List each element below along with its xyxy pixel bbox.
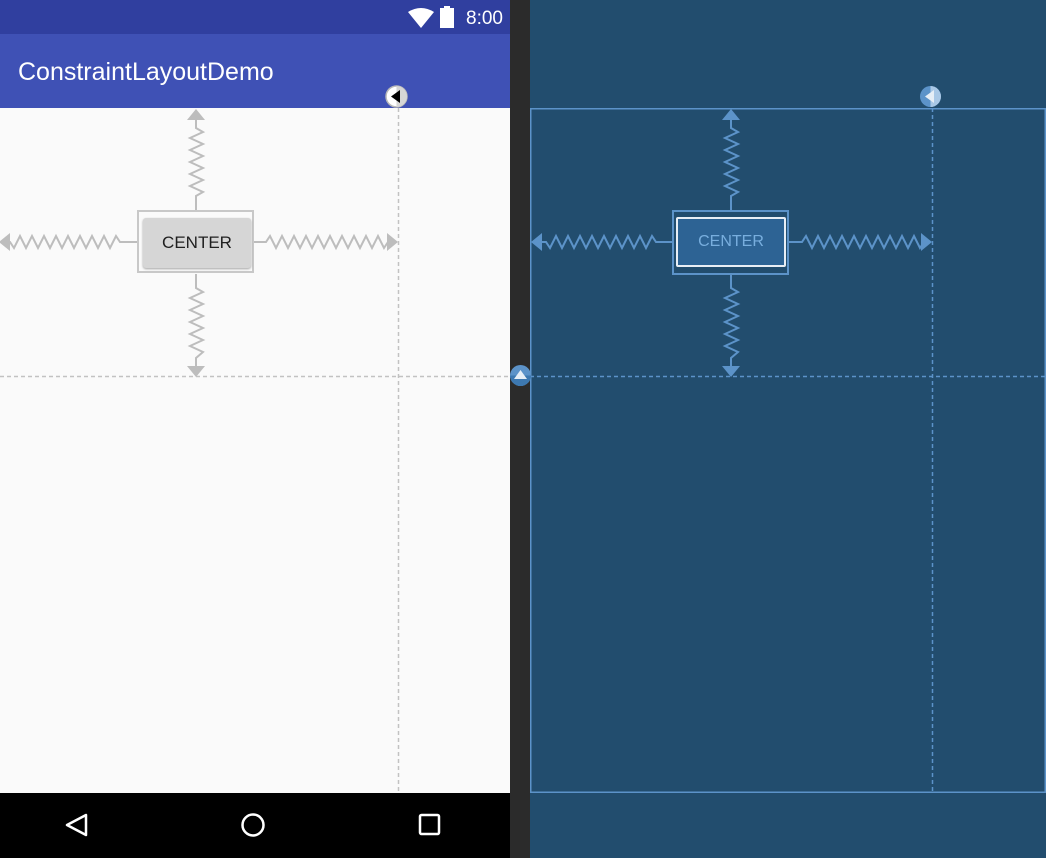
bottom-constraint-spring: [187, 274, 206, 368]
center-button[interactable]: CENTER: [143, 218, 251, 268]
battery-icon: [440, 6, 454, 28]
wifi-icon: [408, 8, 434, 28]
app-bar: ConstraintLayoutDemo: [0, 34, 510, 108]
blueprint-left-spring: [540, 233, 672, 251]
blueprint-bottom-anchor-arrow: [722, 366, 740, 377]
pane-divider[interactable]: [510, 0, 530, 858]
app-title: ConstraintLayoutDemo: [18, 58, 274, 86]
navigation-bar: [0, 793, 510, 858]
blueprint-right-spring: [789, 233, 927, 251]
blueprint-top-spring: [722, 120, 741, 210]
status-bar: 8:00: [0, 0, 510, 34]
home-icon[interactable]: [231, 805, 275, 845]
blueprint-center-button[interactable]: CENTER: [676, 217, 786, 267]
blueprint-guideline-handle-icon[interactable]: [919, 85, 942, 108]
blueprint-bottom-spring: [722, 275, 741, 368]
recents-icon[interactable]: [408, 805, 452, 845]
blueprint-pane[interactable]: CENTER: [530, 0, 1046, 858]
status-time: 8:00: [466, 8, 503, 29]
blueprint-right-anchor-arrow: [921, 233, 932, 251]
blueprint-top-anchor-arrow: [722, 109, 740, 120]
right-constraint-spring: [254, 233, 392, 251]
top-anchor-arrow: [187, 109, 205, 120]
guideline-handle-icon[interactable]: [385, 85, 408, 108]
top-constraint-spring: [187, 120, 206, 210]
left-constraint-spring: [5, 233, 137, 251]
design-pane[interactable]: 8:00 ConstraintLayoutDemo CENTER: [0, 0, 510, 858]
back-icon[interactable]: [54, 805, 98, 845]
blueprint-canvas: [530, 108, 1046, 793]
left-anchor-arrow: [0, 233, 10, 251]
horizontal-guideline-handle-icon[interactable]: [509, 364, 532, 387]
blueprint-left-anchor-arrow: [531, 233, 542, 251]
right-anchor-arrow: [387, 233, 398, 251]
bottom-anchor-arrow: [187, 366, 205, 377]
design-canvas: [0, 108, 510, 793]
